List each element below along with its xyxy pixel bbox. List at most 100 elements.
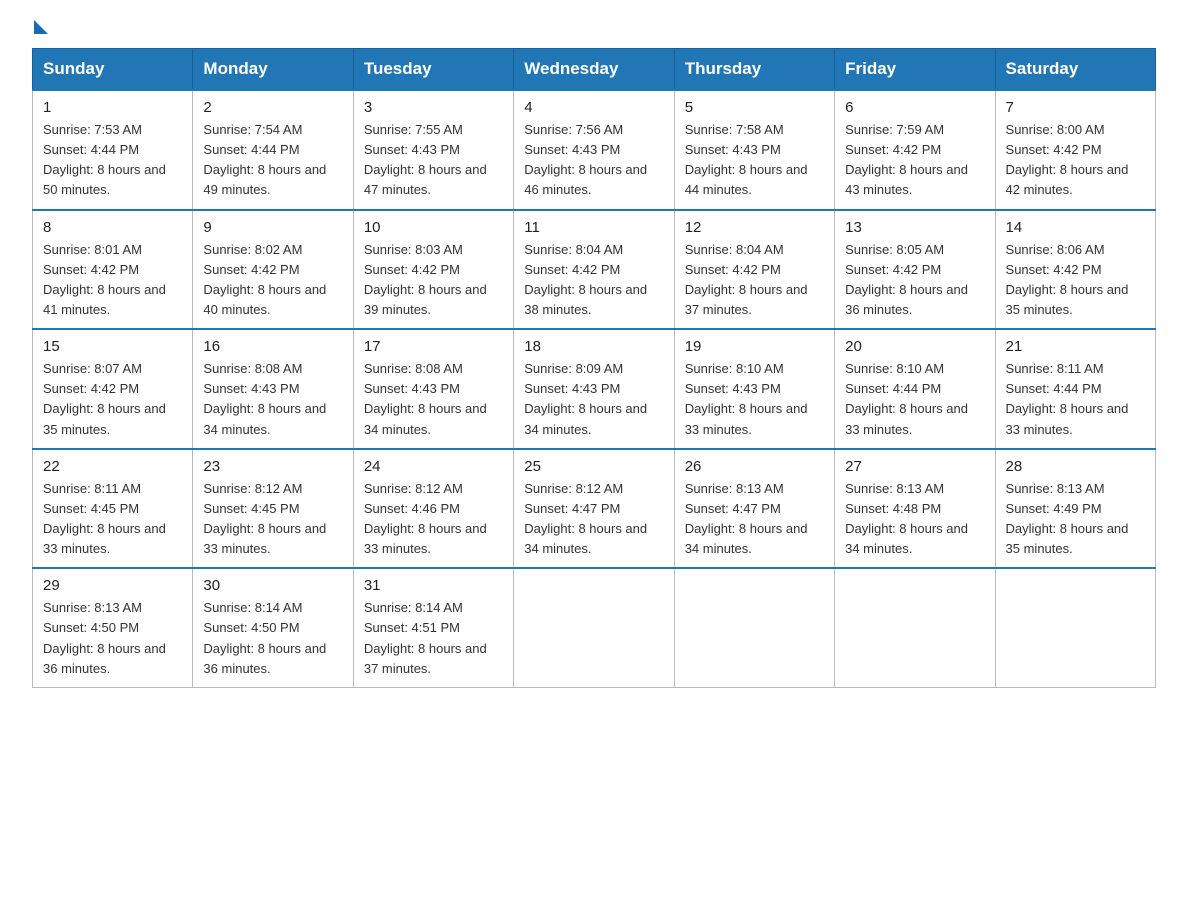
day-number: 27 — [845, 458, 984, 475]
calendar-cell: 10Sunrise: 8:03 AMSunset: 4:42 PMDayligh… — [353, 210, 513, 330]
calendar-cell: 30 Sunrise: 8:14 AMSunset: 4:50 PMDayligh… — [193, 568, 353, 687]
logo-triangle-icon — [34, 20, 48, 34]
day-number: 12 — [685, 219, 824, 236]
calendar-cell: 15Sunrise: 8:07 AMSunset: 4:42 PMDayligh… — [33, 329, 193, 449]
day-number: 2 — [203, 99, 342, 116]
calendar-cell: 3 Sunrise: 7:55 AMSunset: 4:43 PMDaylight… — [353, 90, 513, 210]
calendar-cell: 20 Sunrise: 8:10 AMSunset: 4:44 PMDayligh… — [835, 329, 995, 449]
calendar-cell: 25Sunrise: 8:12 AMSunset: 4:47 PMDayligh… — [514, 449, 674, 569]
day-number: 9 — [203, 219, 342, 236]
calendar-cell — [995, 568, 1155, 687]
day-number: 8 — [43, 219, 182, 236]
weekday-header-tuesday: Tuesday — [353, 49, 513, 91]
day-info: Sunrise: 8:11 AMSunset: 4:45 PMDaylight:… — [43, 479, 182, 560]
day-number: 19 — [685, 338, 824, 355]
day-info: Sunrise: 8:04 AMSunset: 4:42 PMDaylight:… — [685, 240, 824, 321]
day-info: Sunrise: 8:05 AMSunset: 4:42 PMDaylight:… — [845, 240, 984, 321]
day-info: Sunrise: 8:12 AMSunset: 4:45 PMDaylight:… — [203, 479, 342, 560]
day-info: Sunrise: 8:08 AMSunset: 4:43 PMDaylight:… — [203, 359, 342, 440]
day-info: Sunrise: 8:10 AMSunset: 4:44 PMDaylight:… — [845, 359, 984, 440]
day-number: 13 — [845, 219, 984, 236]
calendar-cell: 7 Sunrise: 8:00 AMSunset: 4:42 PMDaylight… — [995, 90, 1155, 210]
calendar-week-row: 15Sunrise: 8:07 AMSunset: 4:42 PMDayligh… — [33, 329, 1156, 449]
day-number: 7 — [1006, 99, 1145, 116]
day-info: Sunrise: 7:53 AMSunset: 4:44 PMDaylight:… — [43, 120, 182, 201]
day-info: Sunrise: 7:56 AMSunset: 4:43 PMDaylight:… — [524, 120, 663, 201]
day-number: 16 — [203, 338, 342, 355]
calendar-cell: 24Sunrise: 8:12 AMSunset: 4:46 PMDayligh… — [353, 449, 513, 569]
day-info: Sunrise: 8:10 AMSunset: 4:43 PMDaylight:… — [685, 359, 824, 440]
day-info: Sunrise: 8:01 AMSunset: 4:42 PMDaylight:… — [43, 240, 182, 321]
day-info: Sunrise: 7:55 AMSunset: 4:43 PMDaylight:… — [364, 120, 503, 201]
day-number: 22 — [43, 458, 182, 475]
day-number: 20 — [845, 338, 984, 355]
day-number: 10 — [364, 219, 503, 236]
weekday-header-thursday: Thursday — [674, 49, 834, 91]
day-info: Sunrise: 8:09 AMSunset: 4:43 PMDaylight:… — [524, 359, 663, 440]
day-info: Sunrise: 8:13 AMSunset: 4:47 PMDaylight:… — [685, 479, 824, 560]
calendar-cell: 17Sunrise: 8:08 AMSunset: 4:43 PMDayligh… — [353, 329, 513, 449]
calendar-cell — [514, 568, 674, 687]
calendar-week-row: 8 Sunrise: 8:01 AMSunset: 4:42 PMDaylight… — [33, 210, 1156, 330]
day-info: Sunrise: 7:58 AMSunset: 4:43 PMDaylight:… — [685, 120, 824, 201]
day-number: 4 — [524, 99, 663, 116]
calendar-cell: 8 Sunrise: 8:01 AMSunset: 4:42 PMDaylight… — [33, 210, 193, 330]
day-info: Sunrise: 8:12 AMSunset: 4:46 PMDaylight:… — [364, 479, 503, 560]
calendar-cell: 28Sunrise: 8:13 AMSunset: 4:49 PMDayligh… — [995, 449, 1155, 569]
day-info: Sunrise: 8:14 AMSunset: 4:50 PMDaylight:… — [203, 598, 342, 679]
calendar-header-row: SundayMondayTuesdayWednesdayThursdayFrid… — [33, 49, 1156, 91]
calendar-week-row: 1 Sunrise: 7:53 AMSunset: 4:44 PMDaylight… — [33, 90, 1156, 210]
day-number: 3 — [364, 99, 503, 116]
calendar-table: SundayMondayTuesdayWednesdayThursdayFrid… — [32, 48, 1156, 688]
calendar-cell: 22 Sunrise: 8:11 AMSunset: 4:45 PMDayligh… — [33, 449, 193, 569]
day-number: 17 — [364, 338, 503, 355]
day-number: 11 — [524, 219, 663, 236]
calendar-cell: 11Sunrise: 8:04 AMSunset: 4:42 PMDayligh… — [514, 210, 674, 330]
calendar-cell: 21Sunrise: 8:11 AMSunset: 4:44 PMDayligh… — [995, 329, 1155, 449]
weekday-header-wednesday: Wednesday — [514, 49, 674, 91]
calendar-cell: 26 Sunrise: 8:13 AMSunset: 4:47 PMDayligh… — [674, 449, 834, 569]
calendar-cell: 29 Sunrise: 8:13 AMSunset: 4:50 PMDayligh… — [33, 568, 193, 687]
day-info: Sunrise: 7:54 AMSunset: 4:44 PMDaylight:… — [203, 120, 342, 201]
calendar-cell: 1 Sunrise: 7:53 AMSunset: 4:44 PMDaylight… — [33, 90, 193, 210]
weekday-header-friday: Friday — [835, 49, 995, 91]
calendar-cell: 4 Sunrise: 7:56 AMSunset: 4:43 PMDaylight… — [514, 90, 674, 210]
day-number: 15 — [43, 338, 182, 355]
calendar-cell: 31Sunrise: 8:14 AMSunset: 4:51 PMDayligh… — [353, 568, 513, 687]
day-number: 25 — [524, 458, 663, 475]
calendar-cell: 18Sunrise: 8:09 AMSunset: 4:43 PMDayligh… — [514, 329, 674, 449]
calendar-cell — [674, 568, 834, 687]
calendar-week-row: 29 Sunrise: 8:13 AMSunset: 4:50 PMDayligh… — [33, 568, 1156, 687]
logo — [32, 24, 48, 30]
day-info: Sunrise: 8:02 AMSunset: 4:42 PMDaylight:… — [203, 240, 342, 321]
calendar-cell: 6Sunrise: 7:59 AMSunset: 4:42 PMDaylight… — [835, 90, 995, 210]
calendar-cell: 27 Sunrise: 8:13 AMSunset: 4:48 PMDayligh… — [835, 449, 995, 569]
day-info: Sunrise: 8:14 AMSunset: 4:51 PMDaylight:… — [364, 598, 503, 679]
weekday-header-saturday: Saturday — [995, 49, 1155, 91]
day-number: 30 — [203, 577, 342, 594]
day-number: 23 — [203, 458, 342, 475]
calendar-cell: 9 Sunrise: 8:02 AMSunset: 4:42 PMDaylight… — [193, 210, 353, 330]
calendar-cell: 5 Sunrise: 7:58 AMSunset: 4:43 PMDaylight… — [674, 90, 834, 210]
day-info: Sunrise: 8:06 AMSunset: 4:42 PMDaylight:… — [1006, 240, 1145, 321]
day-number: 14 — [1006, 219, 1145, 236]
day-number: 26 — [685, 458, 824, 475]
weekday-header-sunday: Sunday — [33, 49, 193, 91]
day-info: Sunrise: 8:13 AMSunset: 4:48 PMDaylight:… — [845, 479, 984, 560]
calendar-cell: 13 Sunrise: 8:05 AMSunset: 4:42 PMDayligh… — [835, 210, 995, 330]
day-number: 29 — [43, 577, 182, 594]
day-info: Sunrise: 8:13 AMSunset: 4:50 PMDaylight:… — [43, 598, 182, 679]
day-info: Sunrise: 7:59 AMSunset: 4:42 PMDaylight:… — [845, 120, 984, 201]
page-header — [32, 24, 1156, 30]
day-info: Sunrise: 8:13 AMSunset: 4:49 PMDaylight:… — [1006, 479, 1145, 560]
calendar-cell: 19 Sunrise: 8:10 AMSunset: 4:43 PMDayligh… — [674, 329, 834, 449]
day-number: 5 — [685, 99, 824, 116]
calendar-cell: 16 Sunrise: 8:08 AMSunset: 4:43 PMDayligh… — [193, 329, 353, 449]
day-number: 1 — [43, 99, 182, 116]
calendar-cell: 2 Sunrise: 7:54 AMSunset: 4:44 PMDaylight… — [193, 90, 353, 210]
calendar-cell: 23 Sunrise: 8:12 AMSunset: 4:45 PMDayligh… — [193, 449, 353, 569]
calendar-week-row: 22 Sunrise: 8:11 AMSunset: 4:45 PMDayligh… — [33, 449, 1156, 569]
day-info: Sunrise: 8:00 AMSunset: 4:42 PMDaylight:… — [1006, 120, 1145, 201]
calendar-cell: 14 Sunrise: 8:06 AMSunset: 4:42 PMDayligh… — [995, 210, 1155, 330]
calendar-cell: 12 Sunrise: 8:04 AMSunset: 4:42 PMDayligh… — [674, 210, 834, 330]
